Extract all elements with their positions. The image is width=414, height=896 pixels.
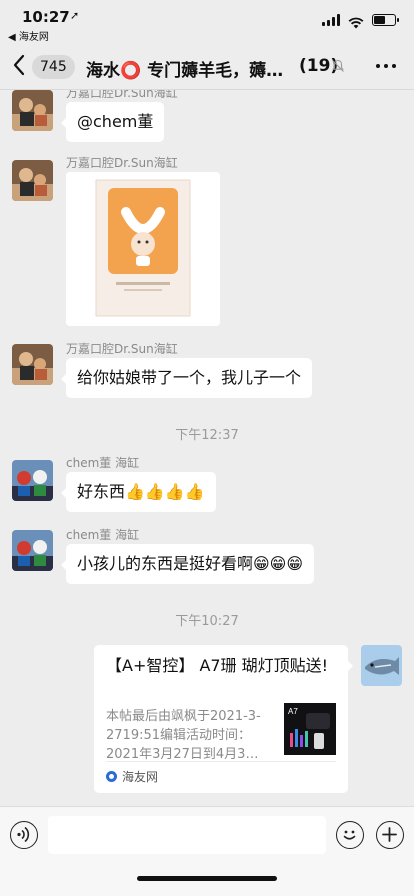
avatar[interactable] — [12, 460, 53, 501]
avatar[interactable] — [12, 160, 53, 201]
message-list[interactable]: 万嘉口腔Dr.Sun海缸 @chem董 万嘉口腔Dr.Sun海缸 万嘉口腔Dr.… — [0, 90, 414, 806]
my-avatar[interactable] — [361, 645, 402, 686]
link-card-thumbnail: A7 — [284, 703, 336, 755]
more-actions-button[interactable] — [376, 821, 404, 849]
voice-wave-icon — [17, 826, 30, 843]
status-icons — [322, 14, 399, 29]
message-bubble[interactable]: @chem董 — [60, 102, 165, 142]
sender-name: 万嘉口腔Dr.Sun海缸 — [66, 156, 178, 170]
sender-name: chem董 海缸 — [66, 528, 140, 542]
link-card-source-name: 海友网 — [122, 770, 159, 784]
timestamp: 下午10:27 — [175, 614, 239, 629]
link-card-thumbnail-label: A7 — [288, 707, 298, 716]
chevron-left-icon — [13, 54, 25, 76]
smiley-icon — [343, 830, 356, 840]
back-button[interactable] — [12, 54, 32, 80]
message-bubble[interactable]: 小孩儿的东西是挺好看啊😁😁😁 — [60, 544, 315, 584]
unread-badge[interactable]: 745 — [32, 55, 75, 79]
avatar[interactable] — [12, 90, 53, 131]
sender-name: chem董 海缸 — [66, 456, 140, 470]
more-options-button[interactable] — [376, 64, 396, 68]
location-arrow-icon: ➚ — [70, 9, 80, 22]
image-message[interactable] — [66, 172, 220, 326]
message-text: @chem董 — [77, 112, 154, 131]
battery-icon — [372, 14, 399, 26]
plus-icon — [382, 827, 397, 842]
sender-name: 万嘉口腔Dr.Sun海缸 — [66, 342, 178, 356]
link-card-source: 海友网 — [106, 761, 336, 785]
home-indicator[interactable] — [137, 876, 277, 881]
message-bubble[interactable]: 好东西👍👍👍👍 — [61, 472, 216, 512]
back-to-app-link[interactable]: ◀ 海友网 — [8, 28, 49, 43]
emoji-button[interactable] — [336, 821, 364, 849]
wifi-icon — [348, 14, 364, 29]
status-bar: 10:27 ➚ ◀ 海友网 — [0, 0, 414, 44]
toothbrush-product-image — [66, 172, 220, 326]
input-bar — [0, 806, 414, 896]
avatar[interactable] — [12, 530, 53, 571]
message-bubble[interactable]: 给你姑娘带了一个，我儿子一个 — [60, 358, 313, 398]
chat-title[interactable]: 海水⭕ 专门薅羊毛，薅… — [86, 56, 283, 81]
chat-header: 745 海水⭕ 专门薅羊毛，薅… (19) — [0, 44, 414, 90]
sender-name: 万嘉口腔Dr.Sun海缸 — [66, 90, 178, 100]
link-card-title: 【A+智控】 A7珊 瑚灯顶贴送! — [106, 656, 329, 675]
timestamp: 下午12:37 — [175, 428, 239, 443]
link-card-description: 本帖最后由飒枫于2021-3-2719:51编辑活动时间：2021年3月27日到… — [106, 709, 261, 762]
message-text: 好东西👍👍👍👍 — [77, 482, 205, 501]
mute-bell-icon — [332, 59, 344, 72]
avatar[interactable] — [12, 344, 53, 385]
message-input[interactable] — [48, 816, 326, 854]
source-app-icon — [106, 771, 117, 782]
link-card[interactable]: 【A+智控】 A7珊 瑚灯顶贴送! 本帖最后由飒枫于2021-3-2719:51… — [94, 645, 353, 793]
clock: 10:27 — [22, 8, 70, 26]
message-text: 给你姑娘带了一个，我儿子一个 — [77, 368, 302, 387]
message-text: 小孩儿的东西是挺好看啊😁😁😁 — [77, 554, 304, 573]
signal-icon — [322, 14, 340, 26]
voice-input-button[interactable] — [10, 821, 38, 849]
